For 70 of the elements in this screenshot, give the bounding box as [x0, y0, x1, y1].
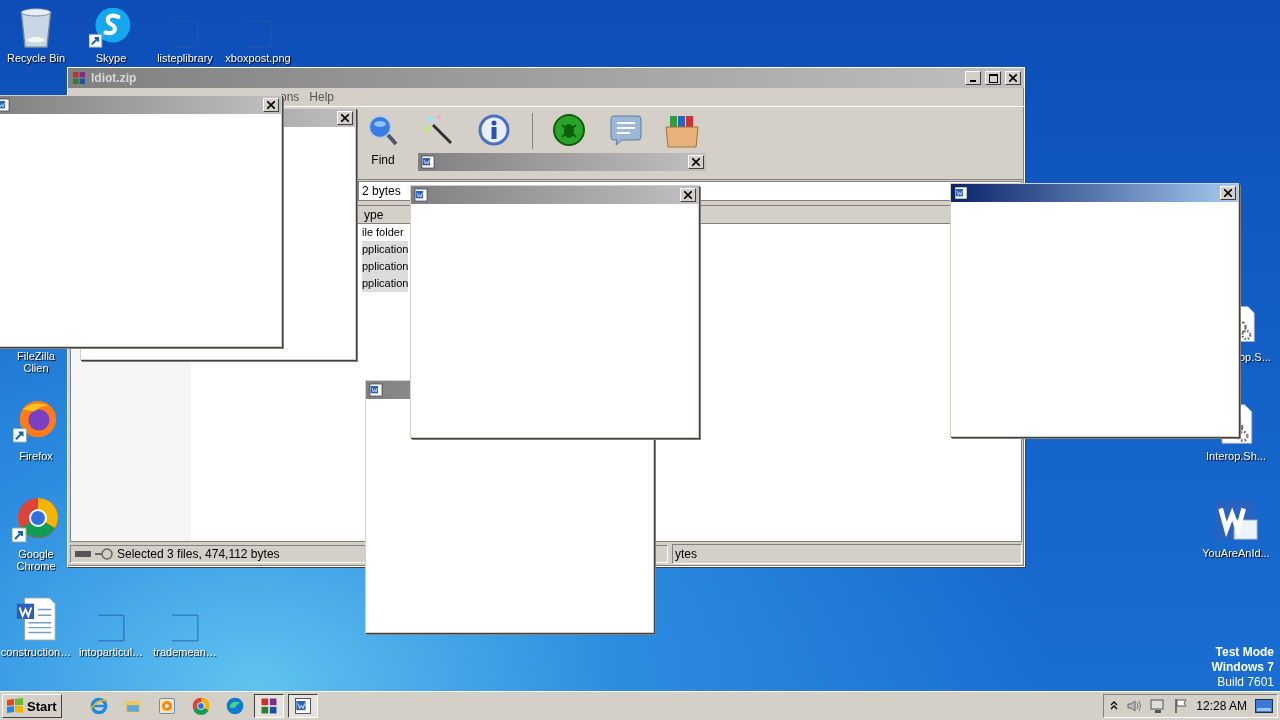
os-notice-text: Test Mode — [1215, 645, 1274, 660]
close-icon — [692, 158, 700, 166]
close-button[interactable] — [1005, 71, 1021, 85]
table-cell[interactable]: ile folder — [362, 224, 408, 241]
close-button[interactable] — [680, 188, 696, 202]
flag-icon[interactable] — [1174, 698, 1189, 714]
status-text: Selected 3 files, 474,112 bytes — [117, 547, 280, 561]
search-button[interactable]: Find — [360, 113, 406, 169]
start-button[interactable]: Start — [2, 694, 62, 718]
menu-item[interactable]: Help — [309, 90, 335, 104]
file-thumbnail-icon[interactable] — [97, 614, 125, 642]
close-button[interactable] — [337, 111, 353, 125]
os-notice-text: Build 7601 — [1217, 675, 1274, 690]
taskbar-button[interactable] — [287, 694, 318, 718]
close-button[interactable] — [688, 155, 704, 169]
comment-icon — [608, 113, 644, 149]
icon-label: Recycle Bin — [5, 52, 67, 64]
package-icon — [664, 113, 700, 149]
document-icon — [368, 382, 384, 398]
network-icon[interactable] — [1150, 698, 1167, 714]
clock[interactable]: 12:28 AM — [1196, 699, 1247, 713]
icon-label: Skype — [94, 52, 128, 64]
minimize-button[interactable] — [965, 71, 981, 85]
icon-label: xboxpost.png — [224, 52, 292, 64]
icon-label: Firefox — [18, 450, 54, 462]
windows-logo-icon — [5, 697, 25, 715]
icon-label: op.S... — [1239, 351, 1272, 363]
browser-icon[interactable] — [13, 398, 59, 444]
maximize-button[interactable] — [985, 71, 1001, 85]
icon-label: Interop.Sh... — [1205, 450, 1267, 462]
browser-icon — [88, 696, 109, 716]
table-cell[interactable]: pplication — [362, 241, 408, 258]
taskbar-button[interactable] — [253, 694, 284, 718]
browser-icon — [224, 696, 245, 716]
icon-label: trademean… — [152, 646, 218, 658]
icon-label: listeplibrary — [156, 52, 214, 64]
close-button[interactable] — [1220, 186, 1236, 200]
table-cell[interactable]: pplication — [362, 258, 408, 275]
status-text: ytes — [675, 547, 697, 561]
close-icon — [1009, 74, 1017, 82]
bug-icon — [552, 113, 588, 149]
maximize-icon — [988, 73, 998, 83]
close-button[interactable] — [263, 98, 279, 112]
icon-label: Google Chrome — [15, 548, 57, 572]
media-player-icon — [156, 696, 177, 716]
close-icon — [684, 191, 692, 199]
drive-icon — [75, 550, 91, 558]
document-icon — [953, 185, 969, 201]
key-icon — [95, 548, 113, 560]
document-icon — [420, 154, 436, 170]
chevron-up-icon[interactable] — [1110, 701, 1119, 711]
browser-icon — [190, 696, 211, 716]
chat-app-icon[interactable] — [89, 5, 133, 49]
document-icon — [292, 696, 313, 716]
icon-label: YouAreAnId... — [1201, 547, 1271, 559]
document-icon — [413, 187, 429, 203]
show-desktop-icon[interactable] — [1255, 699, 1273, 713]
close-icon — [341, 114, 349, 122]
file-thumbnail-icon[interactable] — [171, 614, 199, 642]
archive-icon — [71, 70, 87, 86]
window-title: Idiot.zip — [91, 71, 137, 85]
close-icon — [1224, 189, 1232, 197]
os-notice-text: Windows 7 — [1211, 660, 1274, 675]
icon-label: construction… — [0, 646, 73, 658]
icon-label: FileZilla Clien — [16, 350, 56, 374]
close-icon — [267, 101, 275, 109]
speaker-icon[interactable] — [1126, 699, 1143, 713]
browser-icon[interactable] — [12, 496, 60, 544]
table-cell[interactable]: pplication — [362, 275, 408, 292]
icon-label: intoparticul… — [77, 646, 145, 658]
